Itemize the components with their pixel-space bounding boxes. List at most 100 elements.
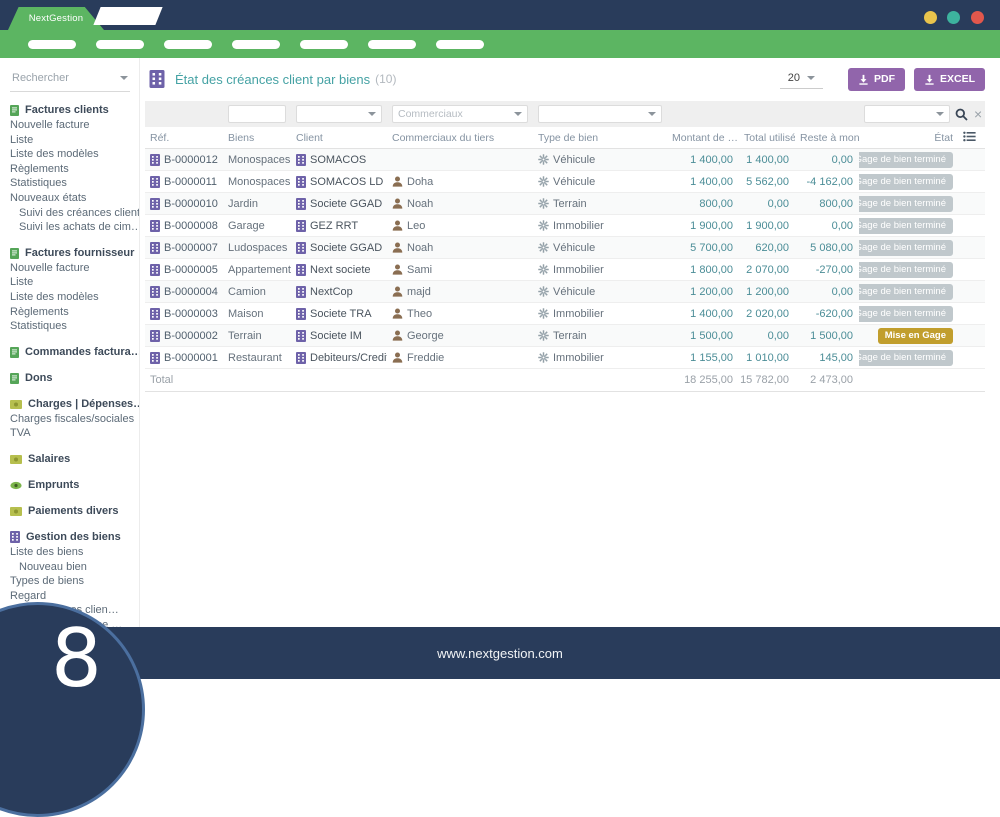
sidebar-section-header[interactable]: Factures clients	[10, 103, 139, 118]
client-link[interactable]: Societe IM	[310, 330, 362, 342]
ref-link[interactable]: B-0000005	[164, 264, 218, 276]
col-montant[interactable]: Montant de …	[667, 132, 739, 144]
sidebar-item[interactable]: Nouvelle facture	[10, 261, 139, 276]
sidebar-item[interactable]: Types de biens	[10, 574, 139, 589]
ref-link[interactable]: B-0000007	[164, 242, 218, 254]
sidebar-item[interactable]: Charges fiscales/sociales	[10, 412, 139, 427]
nav-pill[interactable]	[96, 39, 144, 49]
sidebar-item[interactable]: TVA	[10, 426, 139, 441]
client-link[interactable]: NextCop	[310, 286, 353, 298]
maximize-dot-icon[interactable]	[947, 11, 960, 24]
minimize-dot-icon[interactable]	[924, 11, 937, 24]
table-row[interactable]: B-0000012 Monospaces SOMACOS Véhicule 1 400,…	[145, 149, 985, 171]
ref-link[interactable]: B-0000003	[164, 308, 218, 320]
col-ref[interactable]: Réf.	[145, 132, 223, 144]
sidebar-section-header[interactable]: Factures fournisseur	[10, 246, 139, 261]
client-link[interactable]: Societe GGAD	[310, 198, 382, 210]
client-link[interactable]: Societe GGAD	[310, 242, 382, 254]
sidebar-item[interactable]: Regard	[10, 589, 139, 604]
filter-biens-input[interactable]	[228, 105, 286, 123]
sidebar-item-label: Gestion des biens	[26, 530, 121, 543]
sidebar-item[interactable]: Statistiques	[10, 319, 139, 334]
sidebar-item-label: Liste des biens	[10, 545, 84, 558]
sidebar-section-header[interactable]: Paiements divers	[10, 504, 139, 519]
building-icon	[150, 175, 160, 188]
sidebar-item-label: Dons	[25, 371, 53, 384]
ref-link[interactable]: B-0000001	[164, 352, 218, 364]
sidebar-section-header[interactable]: Dons	[10, 371, 139, 386]
table-row[interactable]: B-0000010 Jardin Societe GGAD Noah Terrain 80…	[145, 193, 985, 215]
ref-link[interactable]: B-0000004	[164, 286, 218, 298]
filter-commercial-select[interactable]: Commerciaux	[392, 105, 528, 123]
sidebar-item-label: Commandes factura…	[25, 345, 140, 358]
client-link[interactable]: SOMACOS	[310, 154, 366, 166]
client-link[interactable]: Societe TRA	[310, 308, 372, 320]
client-link[interactable]: Debiteurs/Crediteur	[310, 352, 387, 364]
sidebar-item[interactable]: Règlements	[10, 162, 139, 177]
sidebar-item[interactable]: Liste	[10, 275, 139, 290]
sidebar-item[interactable]: Suivi des créances client	[10, 206, 139, 221]
nav-pill[interactable]	[300, 39, 348, 49]
sidebar-item-label: Liste	[10, 276, 34, 289]
ref-link[interactable]: B-0000012	[164, 154, 218, 166]
filter-type-select[interactable]	[538, 105, 662, 123]
sidebar-item[interactable]: Liste des modèles	[10, 290, 139, 305]
sidebar-item[interactable]: Règlements	[10, 305, 139, 320]
col-total[interactable]: Total utilisé	[739, 132, 795, 144]
col-etat[interactable]: État	[859, 132, 955, 144]
nav-pill[interactable]	[28, 39, 76, 49]
sidebar-section-header[interactable]: Charges | Dépenses…	[10, 397, 139, 412]
export-excel-button[interactable]: EXCEL	[913, 67, 985, 91]
sidebar-item[interactable]: Liste	[10, 133, 139, 148]
page-size-select[interactable]: 20	[779, 69, 823, 89]
col-biens[interactable]: Biens	[223, 132, 291, 144]
sidebar-item[interactable]: Nouvelle facture	[10, 118, 139, 133]
person-icon	[392, 308, 403, 319]
sidebar-item[interactable]: Liste des modèles	[10, 147, 139, 162]
table-row[interactable]: B-0000004 Camion NextCop majd Véhicule 1 200,…	[145, 281, 985, 303]
client-link[interactable]: Next societe	[310, 264, 371, 276]
col-commercial[interactable]: Commerciaux du tiers	[387, 132, 533, 144]
col-reste[interactable]: Reste à mon…	[795, 132, 859, 144]
sidebar-section-header[interactable]: Salaires	[10, 452, 139, 467]
search-icon[interactable]	[955, 108, 968, 121]
nav-pill[interactable]	[368, 39, 416, 49]
nav-pill[interactable]	[232, 39, 280, 49]
montant-cell: 800,00	[699, 197, 733, 210]
table-row[interactable]: B-0000002 Terrain Societe IM George Terrain 1…	[145, 325, 985, 347]
ref-link[interactable]: B-0000008	[164, 220, 218, 232]
column-list-icon[interactable]	[955, 131, 985, 145]
sidebar-item[interactable]: Liste des biens	[10, 545, 139, 560]
ref-link[interactable]: B-0000002	[164, 330, 218, 342]
close-dot-icon[interactable]	[971, 11, 984, 24]
nav-pill[interactable]	[164, 39, 212, 49]
type-cell: Immobilier	[533, 352, 667, 364]
filter-etat-select[interactable]	[864, 105, 950, 123]
filter-client-select[interactable]	[296, 105, 382, 123]
export-pdf-button[interactable]: PDF	[847, 67, 905, 91]
sidebar-item[interactable]: Statistiques	[10, 176, 139, 191]
col-client[interactable]: Client	[291, 132, 387, 144]
client-link[interactable]: GEZ RRT	[310, 220, 358, 232]
table-row[interactable]: B-0000001 Restaurant Debiteurs/CrediteurFr…	[145, 347, 985, 369]
table-row[interactable]: B-0000007 Ludospaces Societe GGAD Noah Véhic…	[145, 237, 985, 259]
sidebar-item[interactable]: Suivi les achats de cim…	[10, 220, 139, 235]
col-type[interactable]: Type de bien	[533, 132, 667, 144]
ref-link[interactable]: B-0000010	[164, 198, 218, 210]
sidebar-item-label: Nouveau bien	[19, 560, 87, 573]
table-row[interactable]: B-0000011 Monospaces SOMACOS LD Doha Véhicul…	[145, 171, 985, 193]
clear-filters-icon[interactable]: ×	[974, 107, 982, 121]
table-row[interactable]: B-0000005 Appartement Next societe Sami Immo…	[145, 259, 985, 281]
sidebar-section-header[interactable]: Commandes factura…	[10, 345, 139, 360]
ref-link[interactable]: B-0000011	[164, 176, 217, 188]
sidebar-search-input[interactable]: Rechercher	[10, 68, 130, 92]
nav-pill[interactable]	[436, 39, 484, 49]
table-row[interactable]: B-0000003 Maison Societe TRA Theo Immobilier…	[145, 303, 985, 325]
sidebar-section-header[interactable]: Emprunts	[10, 478, 139, 493]
sidebar-item[interactable]: Nouveau bien	[10, 560, 139, 575]
sidebar-item[interactable]: Nouveaux états	[10, 191, 139, 206]
status-badge: Gage de bien terminé	[859, 173, 953, 190]
table-row[interactable]: B-0000008 Garage GEZ RRT Leo Immobilier 1 900…	[145, 215, 985, 237]
sidebar-section-header[interactable]: Gestion des biens	[10, 530, 139, 545]
client-link[interactable]: SOMACOS LD	[310, 176, 383, 188]
